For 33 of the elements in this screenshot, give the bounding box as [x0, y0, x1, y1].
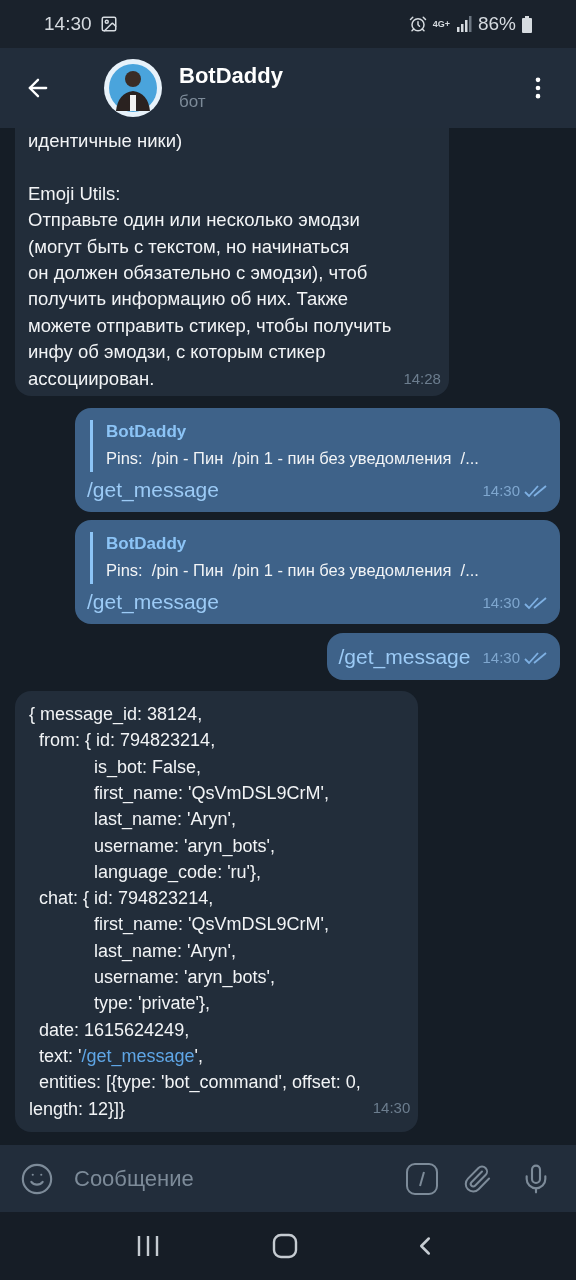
command-link[interactable]: /get_message [338, 642, 471, 672]
alarm-icon [408, 15, 427, 33]
message-time: 14:30 [482, 480, 520, 501]
message-time: 14:30 [372, 1098, 411, 1119]
avatar[interactable] [104, 59, 162, 117]
chat-title: BotDaddy [179, 62, 283, 90]
command-link[interactable]: /get_message [87, 588, 219, 617]
reply-author: BotDaddy [106, 421, 188, 444]
recent-apps-icon[interactable] [136, 1234, 160, 1258]
bot-commands-icon[interactable] [406, 1162, 438, 1195]
signal-icon [455, 16, 472, 32]
battery-level: 86% [477, 11, 516, 36]
image-icon [99, 15, 118, 33]
message-time: 14:30 [482, 647, 520, 668]
message-input-bar[interactable]: Сообщение [0, 1145, 576, 1212]
message-text: { message_id: 38124, from: { id: 794823214, is_bot: False, first_name: 'QsVmDSL9CrM', last_name: 'Aryn', username: 'aryn_bots', language_code: 'ru'}, chat: { id: 794823214, first_name: 'QsVmDSL9CrM', last_name: 'Aryn', username: 'aryn_bots', type: 'private'}, date: 1615624249, text: '/get_message', entities: [{type: 'bot_command', offset: 0, length: 12}]} [29, 703, 361, 1121]
emoji-icon[interactable] [20, 1161, 54, 1196]
reply-author: BotDaddy [106, 533, 188, 556]
battery-icon [522, 15, 532, 33]
command-link[interactable]: /get_message [87, 476, 219, 505]
reply-quote[interactable]: BotDaddy Pins: /pin - Пин /pin 1 - пин без уведомления /... [90, 532, 548, 585]
message-time: 14:30 [482, 592, 520, 613]
network-type: 4G+ [432, 19, 450, 29]
message-text: идентичные ники) Emoji Utils: Отправьте один или несколько эмодзи (могут быть с текстом, но начинаться он должен обязательно с эмодзи), чтоб получить информацию об них. Также можете отправить стикер, чтобы получить инфу об эмодзи, с которым стикер ассоциирован. [28, 129, 392, 391]
chat-subtitle: бот [179, 91, 207, 113]
message-time: 14:28 [403, 368, 441, 389]
attach-icon[interactable] [462, 1163, 492, 1194]
reply-quote[interactable]: BotDaddy Pins: /pin - Пин /pin 1 - пин без уведомления /... [90, 420, 548, 473]
command-link[interactable]: /get_message [81, 1045, 195, 1066]
reply-preview: Pins: /pin - Пин /pin 1 - пин без уведомления /... [106, 560, 480, 582]
status-time: 14:30 [44, 11, 92, 36]
reply-preview: Pins: /pin - Пин /pin 1 - пин без уведомления /... [106, 448, 480, 470]
home-icon[interactable] [272, 1233, 298, 1259]
